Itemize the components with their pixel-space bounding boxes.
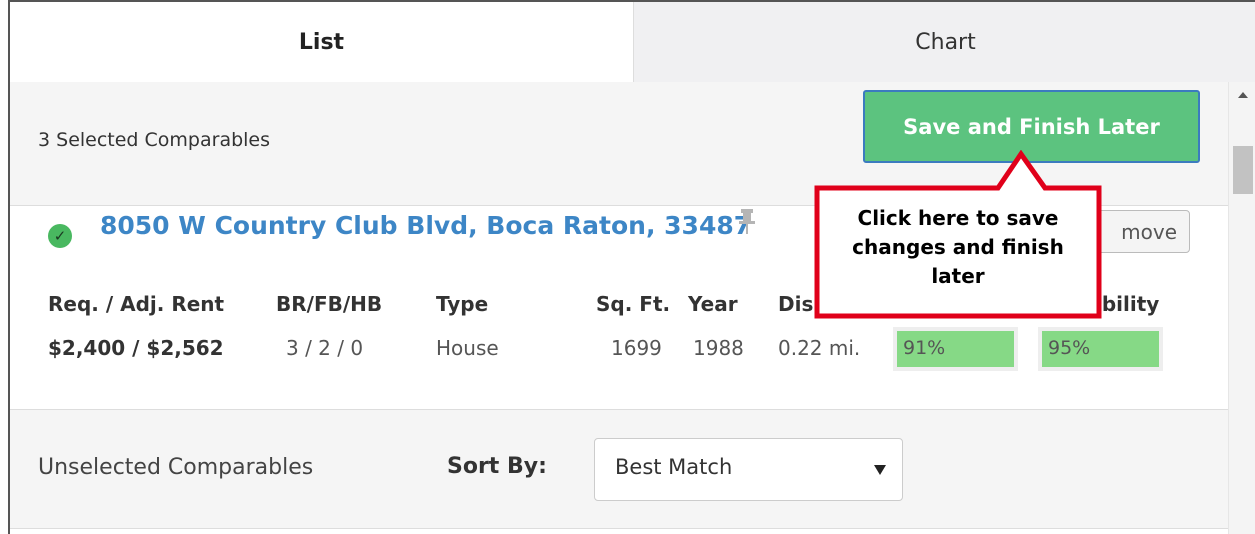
value-rent: $2,400 / $2,562 xyxy=(48,336,224,360)
header-beds: BR/FB/HB xyxy=(276,292,383,316)
vertical-scrollbar[interactable] xyxy=(1228,82,1255,534)
value-sqft: 1699 xyxy=(611,336,662,360)
value-year: 1988 xyxy=(693,336,744,360)
tab-chart[interactable]: Chart xyxy=(633,2,1255,82)
sort-by-value: Best Match xyxy=(615,455,733,479)
unselected-title: Unselected Comparables xyxy=(38,455,314,480)
pin-icon[interactable] xyxy=(737,206,757,236)
callout-text: Click here to save changes and finish la… xyxy=(852,206,1064,288)
score-value-1: 91% xyxy=(897,331,1014,367)
header-score: ibility xyxy=(1095,292,1160,316)
scroll-up-arrow-icon[interactable] xyxy=(1238,92,1248,98)
value-type: House xyxy=(436,336,499,360)
selected-count-label: 3 Selected Comparables xyxy=(38,129,271,151)
unselected-comparables-bar: Unselected Comparables Sort By: Best Mat… xyxy=(10,410,1228,529)
sort-by-label: Sort By: xyxy=(447,454,547,479)
comparable-address-link[interactable]: 8050 W Country Club Blvd, Boca Raton, 33… xyxy=(100,211,751,240)
score-badge-2: 95% xyxy=(1038,327,1163,371)
view-tabs: List Chart xyxy=(10,2,1255,82)
value-beds: 3 / 2 / 0 xyxy=(286,336,364,360)
score-value-2: 95% xyxy=(1042,331,1159,367)
header-distance: Dis xyxy=(778,292,814,316)
check-circle-icon: ✓ xyxy=(48,224,72,248)
header-year: Year xyxy=(688,292,738,316)
header-type: Type xyxy=(436,292,489,316)
sort-by-select[interactable]: Best Match xyxy=(594,438,903,501)
value-distance: 0.22 mi. xyxy=(778,336,861,360)
chevron-down-icon xyxy=(874,465,886,475)
header-rent: Req. / Adj. Rent xyxy=(48,292,225,316)
header-sqft: Sq. Ft. xyxy=(596,292,671,316)
tab-list[interactable]: List xyxy=(10,2,633,82)
app-frame: List Chart 3 Selected Comparables Save a… xyxy=(8,0,1255,534)
scroll-thumb[interactable] xyxy=(1233,146,1253,194)
score-badge-1: 91% xyxy=(893,327,1018,371)
